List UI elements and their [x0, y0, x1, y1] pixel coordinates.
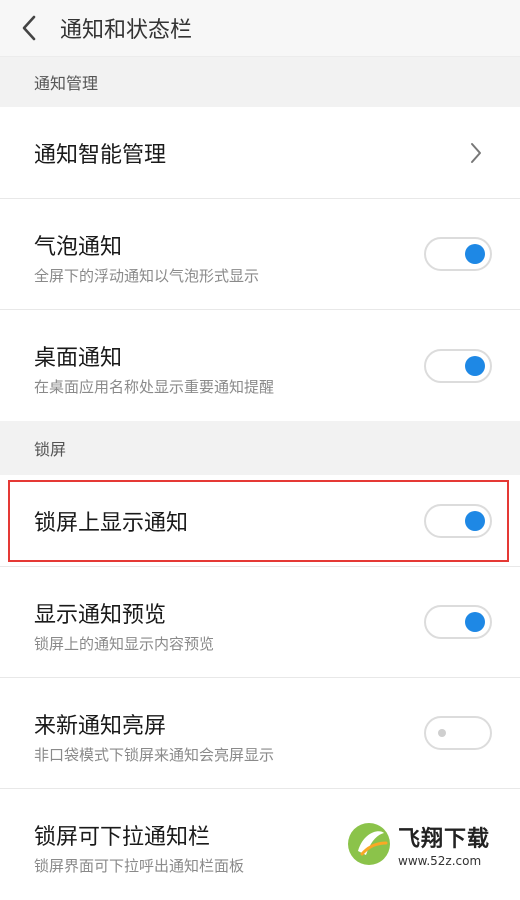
watermark-brand: 飞翔下载	[398, 826, 491, 852]
desktop-notification-toggle[interactable]	[424, 348, 492, 383]
row-subtitle: 锁屏界面可下拉呼出通知栏面板	[34, 857, 245, 875]
page-title: 通知和状态栏	[60, 18, 193, 43]
lockscreen-notification-toggle[interactable]	[424, 503, 492, 538]
wake-screen-on-notification-row: 来新通知亮屏 非口袋模式下锁屏来通知会亮屏显示	[0, 678, 520, 789]
chevron-right-icon	[471, 142, 481, 163]
row-subtitle: 非口袋模式下锁屏来通知会亮屏显示	[34, 746, 275, 764]
section-header-notification: 通知管理	[0, 57, 520, 107]
toggle-knob	[465, 355, 485, 376]
section-header-lockscreen: 锁屏	[0, 421, 520, 475]
back-arrow-icon	[22, 15, 36, 41]
row-title: 来新通知亮屏	[34, 714, 167, 739]
bubble-notification-row: 气泡通知 全屏下的浮动通知以气泡形式显示	[0, 199, 520, 310]
site-watermark: 飞翔下载 www.52z.com	[346, 816, 516, 872]
row-title: 锁屏可下拉通知栏	[34, 825, 211, 850]
desktop-notification-row: 桌面通知 在桌面应用名称处显示重要通知提醒	[0, 310, 520, 421]
title-bar: 通知和状态栏	[0, 0, 520, 57]
smart-notification-management-row[interactable]: 通知智能管理	[0, 107, 520, 199]
toggle-knob	[438, 729, 446, 737]
row-subtitle: 锁屏上的通知显示内容预览	[34, 635, 215, 653]
watermark-logo-icon	[348, 823, 390, 865]
notification-preview-toggle[interactable]	[424, 605, 492, 639]
row-title: 气泡通知	[34, 235, 123, 260]
wake-screen-toggle[interactable]	[424, 716, 492, 750]
toggle-knob	[465, 510, 485, 531]
toggle-knob	[465, 612, 485, 632]
row-title: 锁屏上显示通知	[34, 510, 189, 536]
watermark-url: www.52z.com	[398, 853, 482, 868]
show-notification-on-lockscreen-row: 锁屏上显示通知	[0, 475, 520, 567]
row-subtitle: 在桌面应用名称处显示重要通知提醒	[34, 378, 275, 396]
row-title: 通知智能管理	[34, 142, 167, 168]
notification-preview-row: 显示通知预览 锁屏上的通知显示内容预览	[0, 567, 520, 678]
toggle-knob	[465, 244, 485, 264]
row-title: 显示通知预览	[34, 603, 167, 628]
row-title: 桌面通知	[34, 346, 123, 371]
row-subtitle: 全屏下的浮动通知以气泡形式显示	[34, 267, 260, 285]
bubble-notification-toggle[interactable]	[424, 237, 492, 271]
back-button[interactable]	[0, 0, 58, 56]
